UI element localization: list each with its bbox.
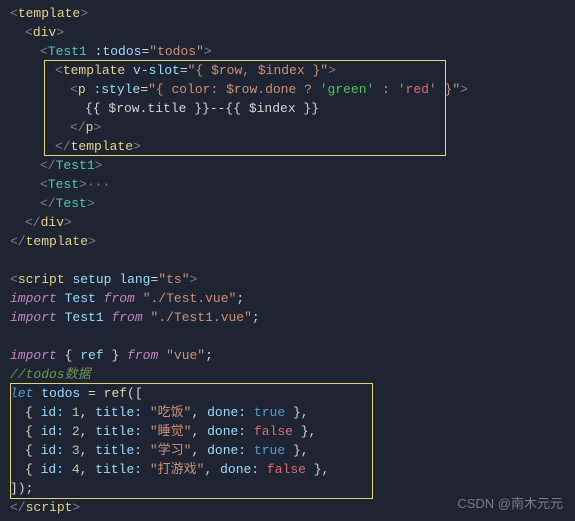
code-line: <template> <box>10 4 575 23</box>
code-line: </Test1> <box>10 156 575 175</box>
code-line: { id: 4, title: "打游戏", done: false }, <box>10 460 575 479</box>
code-line: import Test from "./Test.vue"; <box>10 289 575 308</box>
code-line: </template> <box>10 232 575 251</box>
blank-line <box>10 251 575 270</box>
code-line: </p> <box>10 118 575 137</box>
code-line: <Test1 :todos="todos"> <box>10 42 575 61</box>
code-line: {{ $row.title }}--{{ $index }} <box>10 99 575 118</box>
code-line: import Test1 from "./Test1.vue"; <box>10 308 575 327</box>
code-line: <Test>··· <box>10 175 575 194</box>
blank-line <box>10 327 575 346</box>
code-line: { id: 3, title: "学习", done: true }, <box>10 441 575 460</box>
watermark: CSDN @南木元元 <box>457 494 563 513</box>
code-line: </div> <box>10 213 575 232</box>
code-editor[interactable]: <template> <div> <Test1 :todos="todos"> … <box>0 0 575 521</box>
code-line: </Test> <box>10 194 575 213</box>
code-line: <template v-slot="{ $row, $index }"> <box>10 61 575 80</box>
code-line: { id: 1, title: "吃饭", done: true }, <box>10 403 575 422</box>
code-line: //todos数据 <box>10 365 575 384</box>
code-line: </template> <box>10 137 575 156</box>
code-line: { id: 2, title: "睡觉", done: false }, <box>10 422 575 441</box>
code-line: import { ref } from "vue"; <box>10 346 575 365</box>
code-line: <script setup lang="ts"> <box>10 270 575 289</box>
code-line: <p :style="{ color: $row.done ? 'green' … <box>10 80 575 99</box>
code-line: <div> <box>10 23 575 42</box>
code-line: let todos = ref([ <box>10 384 575 403</box>
